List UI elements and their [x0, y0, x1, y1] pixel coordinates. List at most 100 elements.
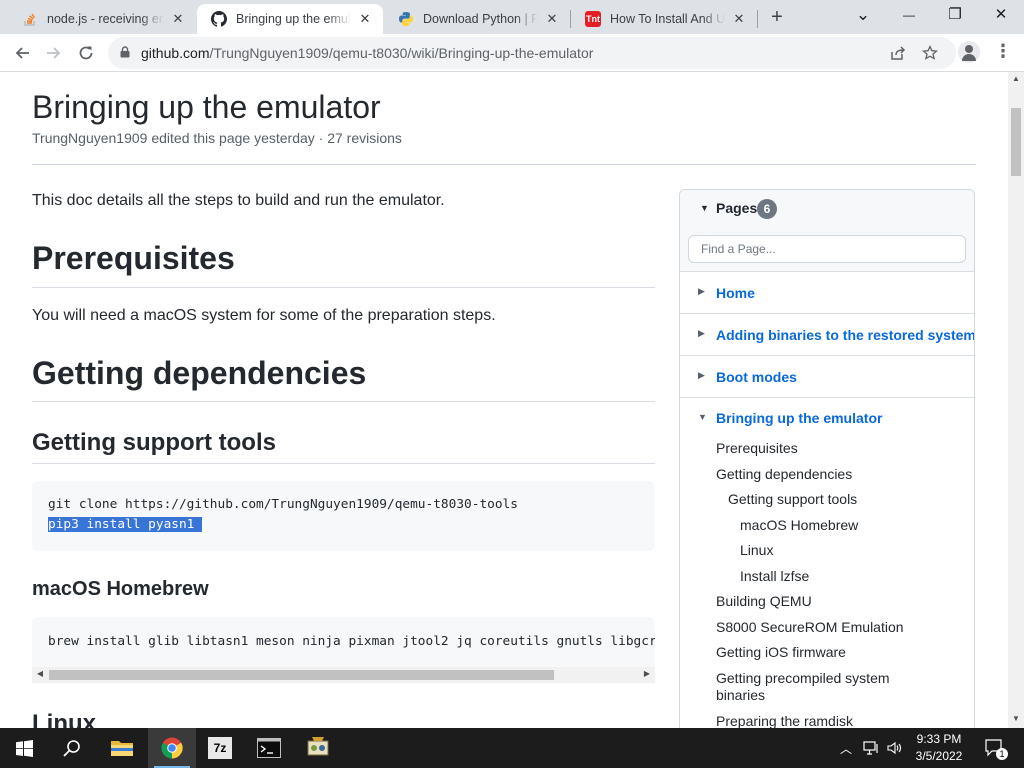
share-icon[interactable]	[888, 43, 908, 63]
edit-info: TrungNguyen1909 edited this page yesterd…	[32, 130, 402, 146]
tab-close-icon[interactable]: ✕	[544, 11, 560, 27]
browser-menu-icon[interactable]: ⋮	[994, 42, 1012, 64]
scroll-left-icon[interactable]: ◀	[34, 669, 46, 678]
code-line: brew install glib libtasn1 meson ninja p…	[48, 634, 655, 649]
lock-icon	[120, 46, 130, 58]
code-horizontal-scrollbar[interactable]: ◀ ▶	[32, 667, 655, 683]
taskbar-terminal[interactable]	[245, 728, 293, 768]
toc-item[interactable]: Getting precompiled system binaries	[716, 670, 916, 704]
taskbar-app[interactable]	[294, 728, 342, 768]
terminal-icon	[257, 738, 281, 758]
caret-right-icon[interactable]: ▶	[698, 286, 705, 297]
toc-item[interactable]: Prerequisites	[716, 440, 798, 456]
toc-item[interactable]: Getting support tools	[728, 491, 857, 507]
stackoverflow-icon	[22, 11, 38, 27]
tray-overflow-icon[interactable]: ︿	[836, 728, 856, 768]
toc-item[interactable]: Preparing the ramdisk	[716, 713, 853, 728]
taskbar-file-explorer[interactable]	[98, 728, 146, 768]
reload-icon[interactable]	[72, 39, 100, 67]
notifications-button[interactable]: 1	[980, 728, 1010, 768]
toc-item[interactable]: Linux	[740, 542, 773, 558]
volume-icon[interactable]	[884, 728, 906, 768]
sidebar-link[interactable]: Boot modes	[716, 369, 797, 385]
toc-item[interactable]: Getting iOS firmware	[716, 644, 846, 660]
tab-title: How To Install And Use	[610, 12, 725, 26]
caret-right-icon[interactable]: ▶	[698, 328, 705, 339]
7zip-label: 7z	[213, 741, 227, 755]
page-title: Bringing up the emulator	[32, 89, 381, 125]
tab-search-button[interactable]: ⌄	[840, 0, 886, 32]
start-icon	[15, 739, 33, 757]
heading-support-tools: Getting support tools	[32, 429, 276, 456]
tab-python[interactable]: Download Python | Python ✕	[384, 4, 570, 34]
scroll-down-icon[interactable]: ▼	[1008, 714, 1024, 723]
toc-item[interactable]: macOS Homebrew	[740, 517, 858, 533]
close-window-button[interactable]: ✕	[978, 0, 1024, 32]
tab-title: Bringing up the emulator	[236, 12, 351, 26]
page-vertical-scrollbar[interactable]: ▲ ▼	[1008, 72, 1024, 728]
tab-github-wiki[interactable]: Bringing up the emulator ✕	[197, 4, 383, 34]
back-arrow-icon[interactable]	[8, 39, 36, 67]
sidebar-link[interactable]: Home	[716, 285, 755, 301]
code-line: git clone https://github.com/TrungNguyen…	[48, 497, 518, 512]
scroll-up-icon[interactable]: ▲	[1008, 74, 1024, 83]
sidebar-link[interactable]: Adding binaries to the restored system	[716, 327, 974, 343]
tab-close-icon[interactable]: ✕	[357, 11, 373, 27]
scrollbar-thumb[interactable]	[1011, 108, 1021, 176]
minimize-button[interactable]: —	[886, 0, 932, 32]
heading-getting-dependencies: Getting dependencies	[32, 355, 367, 391]
code-block-support-tools[interactable]: git clone https://github.com/TrungNguyen…	[32, 481, 655, 551]
selected-text: pip3 install pyasn1	[48, 517, 203, 532]
restore-button[interactable]: ❐	[932, 0, 978, 32]
address-bar[interactable]: github.com/TrungNguyen1909/qemu-t8030/wi…	[108, 37, 956, 69]
taskbar-7zip[interactable]: 7z	[196, 728, 244, 768]
file-explorer-icon	[111, 741, 133, 756]
caret-right-icon[interactable]: ▶	[698, 370, 705, 381]
tab-howto-install[interactable]: Tnt How To Install And Use ✕	[571, 4, 757, 34]
tab-strip: node.js - receiving error ✕ Bringing up …	[0, 0, 1024, 34]
find-page-input[interactable]	[688, 235, 966, 263]
sidebar-item-adding-binaries[interactable]: ▶ Adding binaries to the restored system	[680, 314, 974, 356]
toc-item[interactable]: S8000 SecureROM Emulation	[716, 619, 904, 635]
tab-close-icon[interactable]: ✕	[731, 11, 747, 27]
bookmark-star-icon[interactable]	[920, 43, 940, 63]
tab-close-icon[interactable]: ✕	[170, 11, 186, 27]
tab-nodejs[interactable]: node.js - receiving error ✕	[8, 4, 196, 34]
profile-avatar-icon[interactable]	[958, 41, 980, 63]
code-block-homebrew[interactable]: brew install glib libtasn1 meson ninja p…	[32, 617, 655, 667]
prerequisites-paragraph: You will need a macOS system for some of…	[32, 307, 496, 324]
search-button[interactable]	[48, 728, 96, 768]
heading-divider	[32, 401, 655, 402]
url-path: /TrungNguyen1909/qemu-t8030/wiki/Bringin…	[209, 45, 594, 61]
pages-header[interactable]: ▼ Pages 6	[680, 190, 974, 227]
clock-date: 3/5/2022	[915, 749, 963, 763]
network-icon[interactable]	[860, 728, 882, 768]
heading-divider	[32, 287, 655, 288]
toc-item[interactable]: Getting dependencies	[716, 466, 852, 482]
caret-down-icon[interactable]: ▼	[698, 412, 707, 422]
caret-down-icon: ▼	[700, 203, 709, 213]
forward-arrow-icon[interactable]	[40, 39, 68, 67]
clock-time: 9:33 PM	[916, 732, 962, 746]
windows-taskbar: 7z ︿ 9:33 PM 3/5/2022 1	[0, 728, 1024, 768]
toc-item[interactable]: Building QEMU	[716, 593, 812, 609]
start-button[interactable]	[0, 728, 48, 768]
taskbar-chrome[interactable]	[148, 728, 196, 768]
sidebar-item-boot-modes[interactable]: ▶ Boot modes	[680, 356, 974, 398]
new-tab-button[interactable]: +	[764, 6, 790, 30]
sidebar-item-home[interactable]: ▶ Home	[680, 272, 974, 314]
title-divider	[32, 164, 976, 165]
toc-item[interactable]: Install lzfse	[740, 568, 809, 584]
python-icon	[398, 11, 414, 27]
heading-prerequisites: Prerequisites	[32, 240, 235, 276]
sidebar-link[interactable]: Bringing up the emulator	[716, 410, 882, 426]
scroll-right-icon[interactable]: ▶	[641, 669, 653, 678]
wiki-pages-sidebar: ▼ Pages 6 ▶ Home ▶ Adding binaries to th…	[679, 189, 975, 728]
url-host: github.com	[141, 45, 210, 61]
github-icon	[211, 11, 227, 27]
notification-count: 1	[996, 748, 1008, 760]
heading-macos-homebrew: macOS Homebrew	[32, 578, 209, 600]
tab-title: node.js - receiving error	[47, 12, 164, 26]
scrollbar-thumb[interactable]	[49, 670, 554, 680]
taskbar-clock[interactable]: 9:33 PM 3/5/2022	[904, 731, 974, 765]
